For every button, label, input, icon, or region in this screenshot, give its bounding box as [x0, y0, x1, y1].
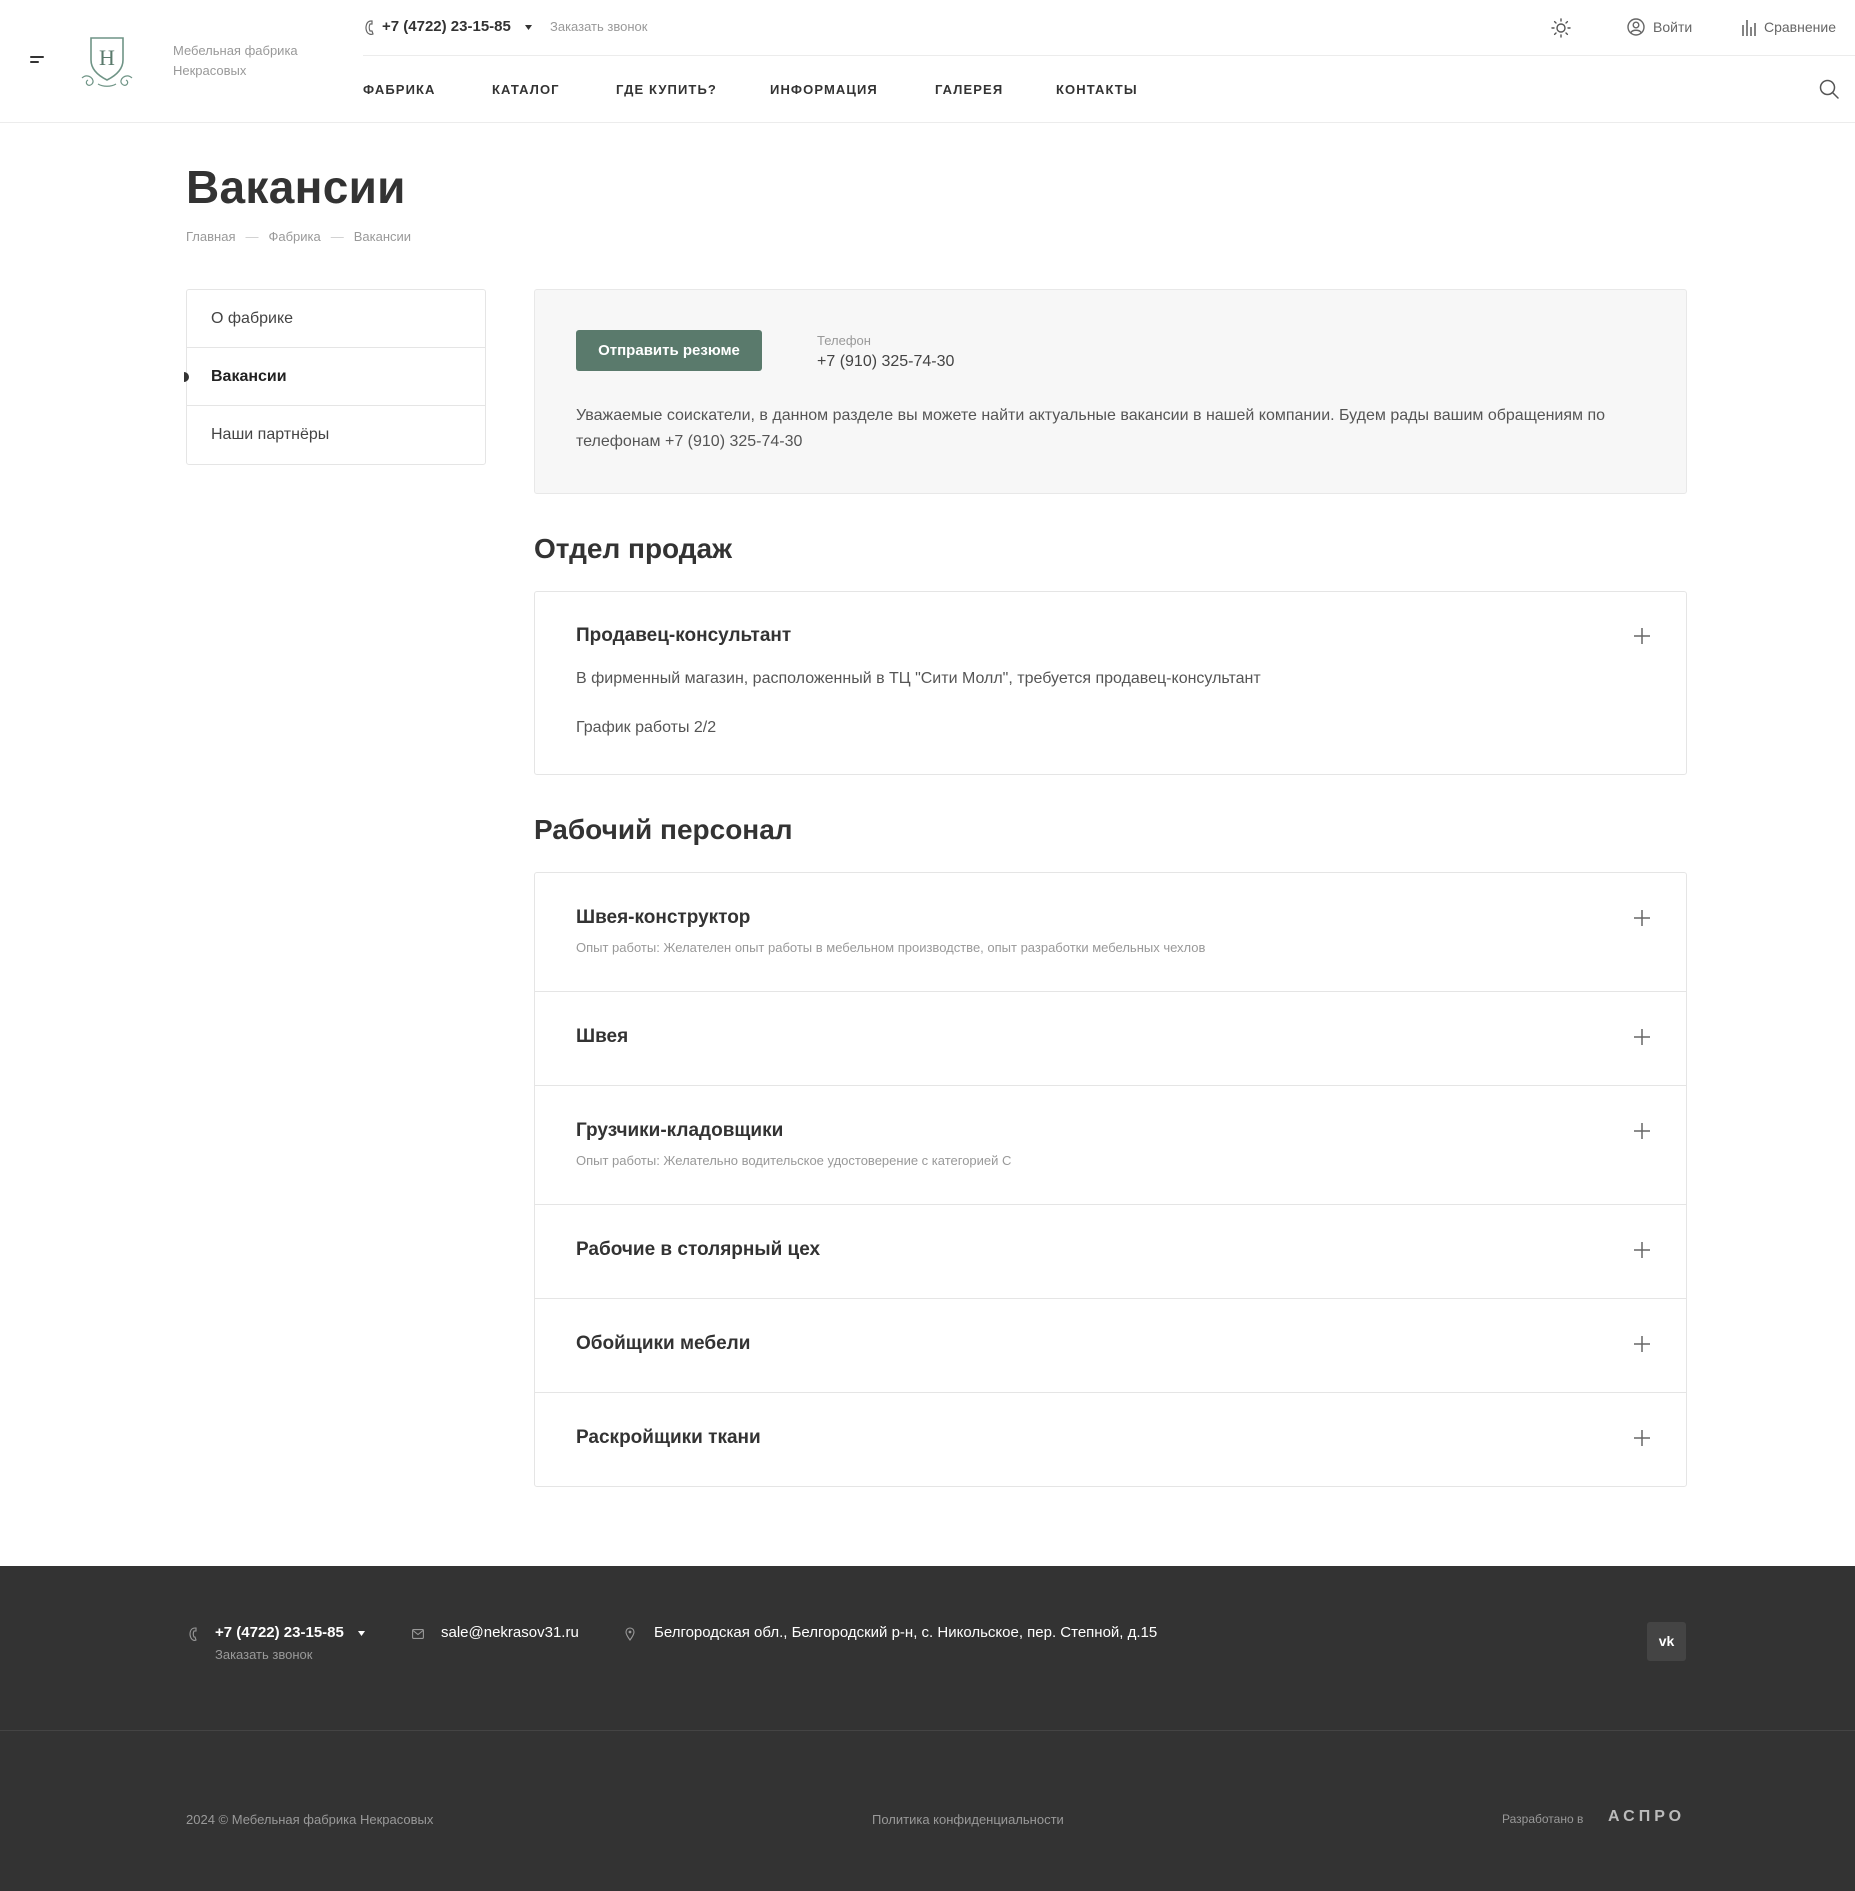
- phone-value[interactable]: +7 (910) 325-74-30: [817, 353, 954, 371]
- vacancy-description: В фирменный магазин, расположенный в ТЦ …: [576, 670, 1261, 687]
- intro-text: Уважаемые соискатели, в данном разделе в…: [576, 407, 1606, 450]
- company-slogan: Мебельная фабрика Некрасовых: [173, 43, 298, 78]
- header-topbar: +7 (4722) 23-15-85 Заказать звонок Войти…: [363, 0, 1855, 56]
- header-phone[interactable]: +7 (4722) 23-15-85: [382, 18, 511, 35]
- search-icon[interactable]: [1819, 79, 1839, 99]
- sidebar-menu: О фабрике Вакансии Наши партнёры: [184, 289, 486, 465]
- vacancy-item[interactable]: Грузчики-кладовщики Опыт работы: Желател…: [535, 1086, 1686, 1205]
- footer-divider: [0, 1730, 1855, 1731]
- vacancy-title: Швея-конструктор: [576, 907, 751, 928]
- compare-link[interactable]: Сравнение: [1764, 19, 1836, 35]
- sidebar-item-about[interactable]: О фабрике: [187, 290, 485, 348]
- vacancy-item[interactable]: Рабочие в столярный цех: [535, 1205, 1686, 1299]
- vacancy-title: Швея: [576, 1026, 629, 1047]
- sidebar-item-vacancies[interactable]: Вакансии: [184, 348, 485, 406]
- page-title: Вакансии: [186, 161, 406, 213]
- logo[interactable]: H: [78, 34, 136, 90]
- nav-item-gallery[interactable]: ГАЛЕРЕЯ: [935, 82, 1003, 97]
- vacancy-title: Рабочие в столярный цех: [576, 1239, 821, 1260]
- vacancy-title: Обойщики мебели: [576, 1333, 751, 1354]
- vacancy-item[interactable]: Раскройщики ткани: [535, 1393, 1686, 1486]
- menu-icon[interactable]: [30, 56, 50, 68]
- sidebar-item-partners[interactable]: Наши партнёры: [187, 406, 485, 464]
- user-icon[interactable]: [1627, 18, 1645, 36]
- vacancy-experience: Опыт работы: Желателен опыт работы в меб…: [576, 940, 1206, 955]
- nav-item-information[interactable]: ИНФОРМАЦИЯ: [770, 82, 878, 97]
- caret-down-icon[interactable]: [358, 1631, 365, 1636]
- breadcrumb: Главная — Фабрика — Вакансии: [186, 229, 412, 244]
- nav-item-where-to-buy[interactable]: ГДЕ КУПИТЬ?: [616, 82, 717, 97]
- privacy-policy-link[interactable]: Политика конфиденциальности: [872, 1812, 1064, 1827]
- vacancy-title: Грузчики-кладовщики: [576, 1120, 784, 1141]
- nav-item-factory[interactable]: ФАБРИКА: [363, 82, 436, 97]
- send-resume-button[interactable]: Отправить резюме: [576, 330, 762, 371]
- caret-down-icon[interactable]: [525, 25, 532, 30]
- mail-icon: [412, 1629, 424, 1639]
- compare-chart-icon[interactable]: [1741, 19, 1757, 37]
- vacancy-item[interactable]: Обойщики мебели: [535, 1299, 1686, 1393]
- footer-address: Белгородская обл., Белгородский р-н, с. …: [654, 1624, 1158, 1641]
- section-title-workers: Рабочий персонал: [534, 814, 793, 845]
- phone-icon: [363, 20, 375, 36]
- nav-item-catalog[interactable]: КАТАЛОГ: [492, 82, 560, 97]
- expand-plus-icon[interactable]: [1634, 1242, 1650, 1258]
- footer-email[interactable]: sale@nekrasov31.ru: [441, 1624, 579, 1641]
- expand-plus-icon[interactable]: [1634, 1029, 1650, 1045]
- vacancy-group-sales: Продавец-консультант В фирменный магазин…: [534, 591, 1687, 775]
- vacancy-item[interactable]: Швея: [535, 992, 1686, 1086]
- vacancy-group-workers: Швея-конструктор Опыт работы: Желателен …: [534, 872, 1687, 1487]
- breadcrumb-factory[interactable]: Фабрика: [268, 229, 320, 244]
- theme-sun-icon[interactable]: [1551, 18, 1571, 38]
- footer-copyright: 2024 © Мебельная фабрика Некрасовых: [186, 1812, 434, 1827]
- breadcrumb-current: Вакансии: [353, 229, 412, 244]
- expand-plus-icon[interactable]: [1634, 1336, 1650, 1352]
- vk-icon[interactable]: vk: [1647, 1622, 1686, 1661]
- nav-item-contacts[interactable]: КОНТАКТЫ: [1056, 82, 1138, 97]
- expand-plus-icon[interactable]: [1634, 910, 1650, 926]
- developer-logo[interactable]: АСПРО: [1608, 1808, 1685, 1826]
- login-link[interactable]: Войти: [1653, 19, 1692, 35]
- expand-plus-icon[interactable]: [1634, 1123, 1650, 1139]
- footer-callback-link[interactable]: Заказать звонок: [215, 1647, 312, 1662]
- expand-plus-icon[interactable]: [1634, 628, 1650, 644]
- vacancy-title: Продавец-консультант: [576, 625, 792, 646]
- vacancy-schedule: График работы 2/2: [576, 719, 717, 736]
- logo-letter: H: [99, 45, 115, 70]
- site-footer: +7 (4722) 23-15-85 Заказать звонок sale@…: [0, 1566, 1855, 1891]
- breadcrumb-home[interactable]: Главная: [186, 229, 235, 244]
- vacancies-intro: Отправить резюме Телефон +7 (910) 325-74…: [534, 289, 1687, 494]
- vacancy-item[interactable]: Швея-конструктор Опыт работы: Желателен …: [535, 873, 1686, 992]
- footer-phone[interactable]: +7 (4722) 23-15-85: [215, 1624, 344, 1641]
- location-pin-icon: [625, 1627, 635, 1641]
- section-title-sales: Отдел продаж: [534, 533, 732, 564]
- developed-by-label: Разработано в: [1502, 1812, 1584, 1826]
- header-callback-link[interactable]: Заказать звонок: [550, 19, 647, 34]
- vacancy-experience: Опыт работы: Желательно водительское удо…: [576, 1153, 1012, 1168]
- vacancy-item[interactable]: Продавец-консультант В фирменный магазин…: [535, 592, 1686, 774]
- phone-icon: [188, 1627, 198, 1642]
- expand-plus-icon[interactable]: [1634, 1430, 1650, 1446]
- site-header: H Мебельная фабрика Некрасовых +7 (4722)…: [0, 0, 1855, 123]
- phone-label: Телефон: [817, 333, 871, 348]
- vacancy-title: Раскройщики ткани: [576, 1427, 761, 1448]
